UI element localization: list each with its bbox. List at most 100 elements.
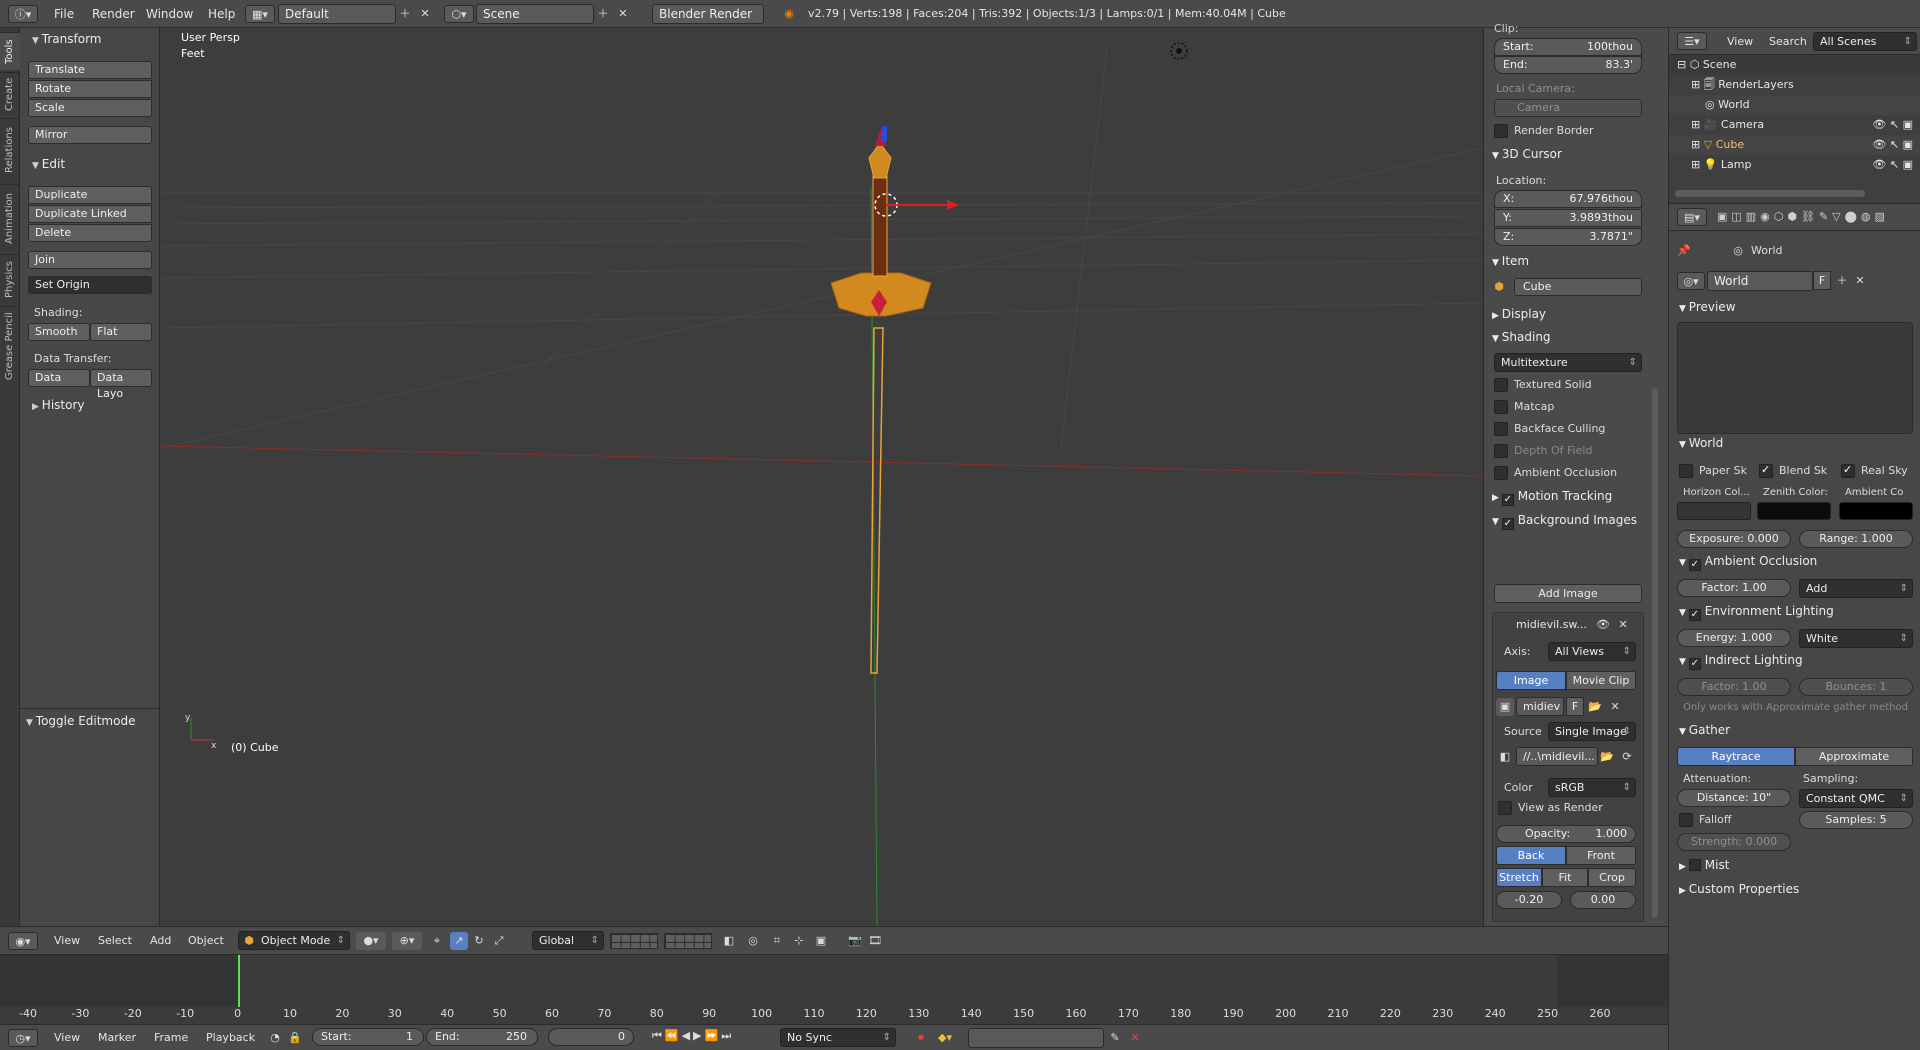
- mirror-button[interactable]: Mirror: [28, 126, 152, 144]
- axis-dropdown[interactable]: All Views: [1548, 642, 1636, 661]
- cursor-y-field[interactable]: Y: 3.9893thou: [1494, 209, 1642, 227]
- world-name-field[interactable]: World: [1707, 271, 1813, 291]
- delete-keyframe-icon[interactable]: ✕: [1126, 1029, 1144, 1047]
- env-color-dropdown[interactable]: White: [1799, 629, 1913, 648]
- zenith-color-swatch[interactable]: [1757, 502, 1831, 520]
- reload-icon[interactable]: ⟳: [1618, 748, 1636, 766]
- bg-image-name[interactable]: midievil.sw...: [1516, 618, 1587, 631]
- ao-factor-field[interactable]: Factor: 1.00: [1677, 579, 1791, 597]
- orientation-dropdown[interactable]: Global: [532, 931, 604, 950]
- start-frame-field[interactable]: Start: 1: [312, 1028, 424, 1046]
- samples-field[interactable]: Samples: 5: [1799, 811, 1913, 829]
- data-layout-button[interactable]: Data Layo: [90, 369, 152, 400]
- outliner-world[interactable]: ◎ World: [1669, 95, 1920, 115]
- render-border-checkbox[interactable]: Render Border: [1494, 124, 1594, 138]
- outliner-search-menu[interactable]: Search: [1765, 32, 1811, 52]
- falloff-checkbox[interactable]: Falloff: [1679, 813, 1731, 827]
- offset-x-field[interactable]: -0.20: [1496, 891, 1562, 909]
- bg-file-field[interactable]: midiev: [1516, 697, 1564, 716]
- timeline[interactable]: -40 -30 -20 -10 0 10 20 30 40 50 60 70 80 90 100 110 120…: [0, 954, 1668, 1024]
- custom-properties-header[interactable]: Custom Properties: [1679, 882, 1799, 896]
- exposure-field[interactable]: Exposure: 0.000: [1677, 530, 1791, 548]
- sync-dropdown[interactable]: No Sync: [780, 1028, 896, 1047]
- eye-icon[interactable]: 👁: [1594, 616, 1612, 634]
- local-camera-field[interactable]: Camera: [1494, 99, 1642, 117]
- opacity-field[interactable]: Opacity: 1.000: [1496, 825, 1636, 843]
- crop-toggle[interactable]: Crop: [1588, 868, 1636, 887]
- indirect-factor-field[interactable]: Factor: 1.00: [1677, 678, 1791, 696]
- browse-path-icon[interactable]: 📂: [1598, 748, 1616, 766]
- 3d-cursor-header[interactable]: 3D Cursor: [1492, 147, 1562, 161]
- record-icon[interactable]: ⏺: [912, 1029, 930, 1047]
- flat-button[interactable]: Flat: [90, 323, 152, 341]
- rotate-button[interactable]: Rotate: [28, 80, 152, 98]
- end-frame-field[interactable]: End: 250: [426, 1028, 538, 1046]
- outliner-lamp[interactable]: ⊞ 💡 Lamp 👁 ↖ ▣: [1669, 155, 1920, 175]
- edit-header[interactable]: Edit: [32, 157, 65, 171]
- view-as-render-checkbox[interactable]: View as Render: [1498, 801, 1603, 815]
- menu-view[interactable]: View: [50, 931, 84, 951]
- render-animation-icon[interactable]: 🎞: [866, 932, 884, 950]
- backface-culling-checkbox[interactable]: Backface Culling: [1494, 422, 1605, 436]
- render-engine-dropdown[interactable]: Blender Render: [652, 4, 764, 24]
- env-energy-field[interactable]: Energy: 1.000: [1677, 629, 1791, 647]
- duplicate-linked-button[interactable]: Duplicate Linked: [28, 205, 152, 223]
- item-name-field[interactable]: Cube: [1514, 278, 1642, 296]
- duplicate-button[interactable]: Duplicate: [28, 186, 152, 204]
- insert-keyframe-icon[interactable]: ✎: [1106, 1029, 1124, 1047]
- item-header[interactable]: Item: [1492, 254, 1529, 268]
- tab-animation[interactable]: Animation: [0, 184, 20, 252]
- playhead[interactable]: [238, 955, 240, 1007]
- front-toggle[interactable]: Front: [1566, 846, 1636, 865]
- viewport-shading-icon[interactable]: ●▾: [356, 932, 386, 950]
- join-button[interactable]: Join: [28, 251, 152, 269]
- view3d-editor-icon[interactable]: ◉▾: [8, 932, 38, 950]
- raytrace-toggle[interactable]: Raytrace: [1677, 747, 1795, 766]
- approximate-toggle[interactable]: Approximate: [1795, 747, 1913, 766]
- current-frame-field[interactable]: 0: [548, 1028, 634, 1046]
- timeline-menu-view[interactable]: View: [50, 1028, 84, 1048]
- 3d-viewport[interactable]: y x User Persp Feet (0) Cube: [161, 28, 1483, 926]
- back-toggle[interactable]: Back: [1496, 846, 1566, 865]
- keying-icon[interactable]: ◆▾: [936, 1029, 954, 1047]
- outliner-view-menu[interactable]: View: [1723, 32, 1757, 52]
- tab-grease-pencil[interactable]: Grease Pencil: [0, 306, 20, 386]
- layout-field[interactable]: Default: [278, 4, 396, 24]
- tab-create[interactable]: Create: [0, 72, 20, 116]
- ambient-color-swatch[interactable]: [1839, 502, 1913, 520]
- scale-manip-icon[interactable]: ⤢: [490, 932, 508, 950]
- color-space-dropdown[interactable]: sRGB: [1548, 778, 1636, 797]
- outliner-scene[interactable]: ⊟ ⬡ Scene: [1669, 55, 1920, 75]
- manipulator-toggle-icon[interactable]: ⌖: [428, 932, 446, 950]
- layout-grid-icon[interactable]: ▦▾: [245, 5, 275, 23]
- sampling-method-dropdown[interactable]: Constant QMC: [1799, 789, 1913, 808]
- tab-physics[interactable]: Physics: [0, 254, 20, 304]
- shading-mode-dropdown[interactable]: Multitexture: [1494, 353, 1642, 372]
- motion-tracking-header[interactable]: ✓Motion Tracking: [1492, 489, 1612, 506]
- remove-bg-icon[interactable]: ✕: [1614, 616, 1632, 634]
- outliner-cube[interactable]: ⊞ ▽ Cube 👁 ↖ ▣: [1669, 135, 1920, 155]
- mist-section-header[interactable]: Mist: [1679, 858, 1729, 872]
- translate-button[interactable]: Translate: [28, 61, 152, 79]
- menu-file[interactable]: File: [50, 4, 78, 24]
- proportional-edit-icon[interactable]: ◎: [744, 932, 762, 950]
- world-fake-user[interactable]: F: [1813, 271, 1831, 290]
- translate-manip-icon[interactable]: ↗: [450, 932, 468, 950]
- env-lighting-header[interactable]: ✓Environment Lighting: [1679, 604, 1834, 621]
- world-section-header[interactable]: World: [1679, 436, 1723, 450]
- menu-object[interactable]: Object: [184, 931, 228, 951]
- keying-set-field[interactable]: [968, 1028, 1104, 1048]
- textured-solid-checkbox[interactable]: Textured Solid: [1494, 378, 1592, 392]
- blend-sky-checkbox[interactable]: Blend Sk: [1759, 463, 1827, 478]
- stretch-toggle[interactable]: Stretch: [1496, 868, 1542, 887]
- remove-scene-icon[interactable]: ✕: [614, 5, 632, 23]
- fake-user-button[interactable]: F: [1566, 697, 1584, 716]
- scene-icon[interactable]: ⬡▾: [444, 5, 474, 23]
- image-browse-icon[interactable]: ▣: [1496, 698, 1514, 716]
- strength-field[interactable]: Strength: 0.000: [1677, 833, 1791, 851]
- unlink-file-icon[interactable]: ✕: [1606, 698, 1624, 716]
- unlink-world-icon[interactable]: ✕: [1851, 272, 1869, 290]
- indirect-bounces-field[interactable]: Bounces: 1: [1799, 678, 1913, 696]
- add-image-button[interactable]: Add Image: [1494, 584, 1642, 603]
- cursor-x-field[interactable]: X: 67.976thou: [1494, 190, 1642, 208]
